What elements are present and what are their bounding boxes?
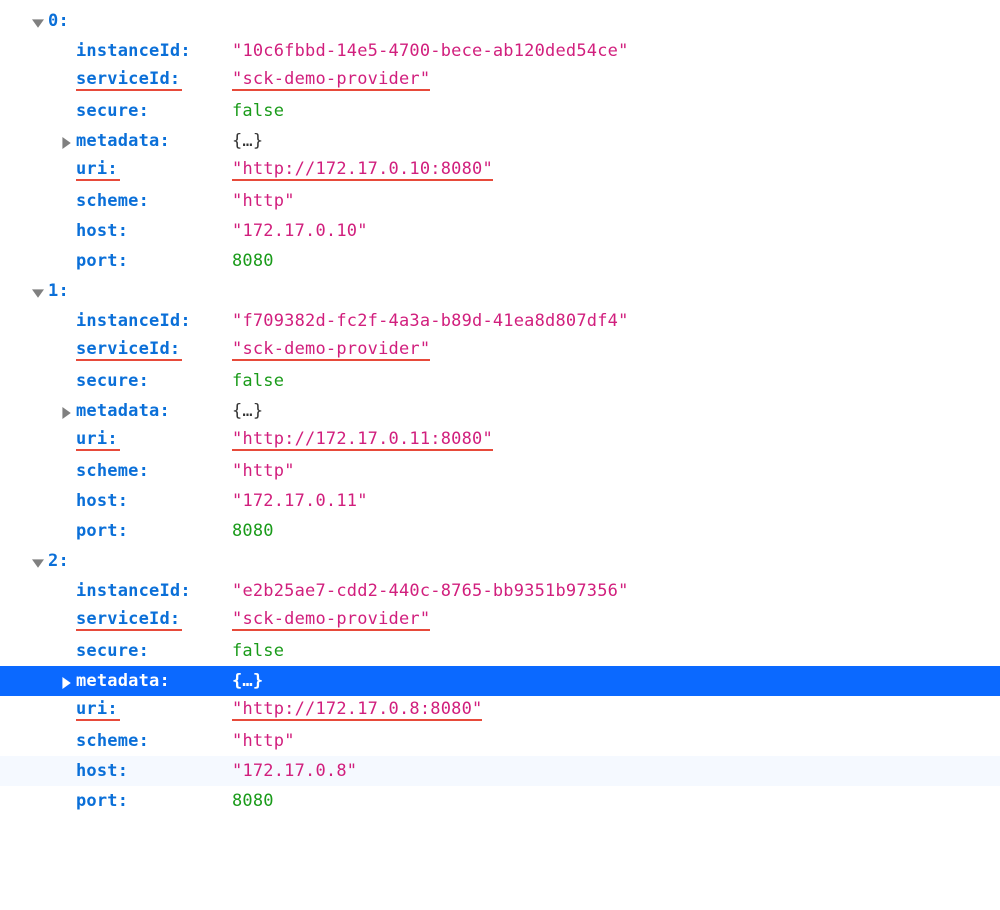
tree-prop-row[interactable]: host: "172.17.0.11" — [0, 486, 1000, 516]
tree-prop-row[interactable]: uri: "http://172.17.0.8:8080" — [0, 696, 1000, 726]
prop-key: uri — [76, 429, 107, 449]
tree-item-index[interactable]: 1: — [0, 276, 1000, 306]
tree-prop-row[interactable]: serviceId: "sck-demo-provider" — [0, 66, 1000, 96]
prop-value: {…} — [232, 403, 263, 420]
tree-prop-row[interactable]: port: 8080 — [0, 516, 1000, 546]
index-key: 0 — [48, 13, 58, 30]
tree-prop-row[interactable]: secure: false — [0, 366, 1000, 396]
prop-key: port — [76, 253, 118, 270]
prop-key: host — [76, 763, 118, 780]
prop-key: serviceId — [76, 609, 170, 629]
json-tree: 0: instanceId: "10c6fbbd-14e5-4700-bece-… — [0, 0, 1000, 816]
prop-key: instanceId — [76, 583, 180, 600]
prop-value: "sck-demo-provider" — [232, 611, 430, 631]
tree-prop-row[interactable]: metadata: {…} — [0, 126, 1000, 156]
chevron-right-icon[interactable] — [60, 676, 72, 688]
prop-key: serviceId — [76, 339, 170, 359]
prop-key: serviceId — [76, 69, 170, 89]
tree-prop-row-selected[interactable]: metadata: {…} — [0, 666, 1000, 696]
tree-item-index[interactable]: 0: — [0, 6, 1000, 36]
prop-key: scheme — [76, 463, 139, 480]
prop-value: 8080 — [232, 253, 274, 270]
index-key: 2 — [48, 553, 58, 570]
prop-value: "172.17.0.10" — [232, 223, 368, 240]
prop-value: false — [232, 643, 284, 660]
prop-value: false — [232, 373, 284, 390]
tree-prop-row[interactable]: scheme: "http" — [0, 456, 1000, 486]
chevron-down-icon — [32, 556, 44, 568]
prop-value: {…} — [232, 673, 263, 690]
prop-key: secure — [76, 103, 139, 120]
prop-value: "http" — [232, 193, 295, 210]
prop-value: "172.17.0.8" — [232, 763, 357, 780]
prop-value: false — [232, 103, 284, 120]
tree-prop-row[interactable]: port: 8080 — [0, 786, 1000, 816]
prop-value: "http" — [232, 463, 295, 480]
prop-value: 8080 — [232, 793, 274, 810]
prop-value: "http://172.17.0.10:8080" — [232, 161, 493, 181]
chevron-down-icon — [32, 16, 44, 28]
prop-value: "sck-demo-provider" — [232, 71, 430, 91]
index-key: 1 — [48, 283, 58, 300]
tree-prop-row[interactable]: host: "172.17.0.8" — [0, 756, 1000, 786]
tree-prop-row[interactable]: uri: "http://172.17.0.10:8080" — [0, 156, 1000, 186]
prop-key: uri — [76, 699, 107, 719]
tree-prop-row[interactable]: serviceId: "sck-demo-provider" — [0, 336, 1000, 366]
prop-key: scheme — [76, 193, 139, 210]
chevron-right-icon[interactable] — [60, 136, 72, 148]
prop-value: "http://172.17.0.8:8080" — [232, 701, 482, 721]
prop-key: secure — [76, 643, 139, 660]
chevron-down-icon — [32, 286, 44, 298]
prop-value: "10c6fbbd-14e5-4700-bece-ab120ded54ce" — [232, 43, 629, 60]
prop-value: {…} — [232, 133, 263, 150]
prop-key: metadata — [76, 133, 159, 150]
prop-key: host — [76, 493, 118, 510]
tree-prop-row[interactable]: serviceId: "sck-demo-provider" — [0, 606, 1000, 636]
prop-key: port — [76, 523, 118, 540]
tree-prop-row[interactable]: metadata: {…} — [0, 396, 1000, 426]
prop-value: "http" — [232, 733, 295, 750]
prop-value: "f709382d-fc2f-4a3a-b89d-41ea8d807df4" — [232, 313, 629, 330]
prop-value: "172.17.0.11" — [232, 493, 368, 510]
prop-key: instanceId — [76, 313, 180, 330]
prop-value: "http://172.17.0.11:8080" — [232, 431, 493, 451]
tree-prop-row[interactable]: uri: "http://172.17.0.11:8080" — [0, 426, 1000, 456]
prop-value: 8080 — [232, 523, 274, 540]
tree-prop-row[interactable]: instanceId: "f709382d-fc2f-4a3a-b89d-41e… — [0, 306, 1000, 336]
tree-prop-row[interactable]: port: 8080 — [0, 246, 1000, 276]
tree-prop-row[interactable]: scheme: "http" — [0, 186, 1000, 216]
prop-key: scheme — [76, 733, 139, 750]
prop-key: metadata — [76, 403, 159, 420]
prop-key: host — [76, 223, 118, 240]
tree-prop-row[interactable]: instanceId: "e2b25ae7-cdd2-440c-8765-bb9… — [0, 576, 1000, 606]
prop-value: "e2b25ae7-cdd2-440c-8765-bb9351b97356" — [232, 583, 629, 600]
tree-prop-row[interactable]: scheme: "http" — [0, 726, 1000, 756]
prop-key: uri — [76, 159, 107, 179]
chevron-right-icon[interactable] — [60, 406, 72, 418]
prop-key: secure — [76, 373, 139, 390]
tree-prop-row[interactable]: secure: false — [0, 96, 1000, 126]
prop-key: instanceId — [76, 43, 180, 60]
tree-item-index[interactable]: 2: — [0, 546, 1000, 576]
prop-key: metadata — [76, 673, 159, 690]
tree-prop-row[interactable]: host: "172.17.0.10" — [0, 216, 1000, 246]
tree-prop-row[interactable]: instanceId: "10c6fbbd-14e5-4700-bece-ab1… — [0, 36, 1000, 66]
tree-prop-row[interactable]: secure: false — [0, 636, 1000, 666]
prop-value: "sck-demo-provider" — [232, 341, 430, 361]
prop-key: port — [76, 793, 118, 810]
